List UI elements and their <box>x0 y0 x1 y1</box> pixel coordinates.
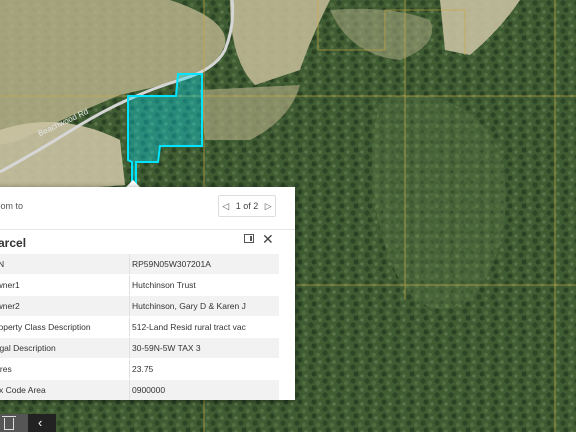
attribute-value: 512-Land Resid rural tract vac <box>132 322 246 332</box>
attribute-key: PIN <box>0 259 5 269</box>
popup-toolbar: Zoom to ◁ 1 of 2 ▷ <box>0 187 295 227</box>
attribute-value: 23.75 <box>132 364 154 374</box>
close-icon[interactable]: ✕ <box>262 232 274 246</box>
attribute-key: Legal Description <box>0 343 56 353</box>
attribute-value: Hutchinson, Gary D & Karen J <box>132 301 246 311</box>
attribute-key: Owner2 <box>0 301 20 311</box>
attribute-key: Owner1 <box>0 280 20 290</box>
collapse-button[interactable]: ‹ <box>29 414 56 432</box>
feature-pager: ◁ 1 of 2 ▷ <box>218 195 276 217</box>
table-row: Acres 23.75 <box>0 359 279 379</box>
trash-button[interactable] <box>0 414 28 432</box>
attribute-key: Acres <box>0 364 12 374</box>
feature-popup: Zoom to ◁ 1 of 2 ▷ Parcel ✕ PIN RP59N05W… <box>0 187 295 400</box>
trash-icon <box>2 416 16 430</box>
attribute-key: Property Class Description <box>0 322 91 332</box>
table-row: Property Class Description 512-Land Resi… <box>0 317 279 337</box>
attribute-value: RP59N05W307201A <box>132 259 211 269</box>
chevron-left-icon: ‹ <box>38 415 43 430</box>
pager-text: 1 of 2 <box>235 201 259 211</box>
table-row: Tax Code Area 0900000 <box>0 380 279 400</box>
attribute-table: PIN RP59N05W307201A Owner1 Hutchinson Tr… <box>0 254 279 400</box>
attribute-value: Hutchinson Trust <box>132 280 196 290</box>
attribute-value: 0900000 <box>132 385 166 395</box>
dock-icon[interactable] <box>244 234 254 243</box>
attribute-key: Tax Code Area <box>0 385 46 395</box>
bottom-toolbar: ‹ <box>0 414 56 432</box>
table-row: PIN RP59N05W307201A <box>0 254 279 274</box>
zoom-to-link[interactable]: Zoom to <box>0 201 23 211</box>
attribute-value: 30-59N-5W TAX 3 <box>132 343 201 353</box>
table-row: Owner1 Hutchinson Trust <box>0 275 279 295</box>
chevron-right-icon[interactable]: ▷ <box>265 201 272 212</box>
popup-title: Parcel <box>0 236 27 250</box>
toolbar-divider <box>0 229 295 230</box>
chevron-left-icon[interactable]: ◁ <box>222 201 229 212</box>
table-row: Legal Description 30-59N-5W TAX 3 <box>0 338 279 358</box>
table-row: Owner2 Hutchinson, Gary D & Karen J <box>0 296 279 316</box>
